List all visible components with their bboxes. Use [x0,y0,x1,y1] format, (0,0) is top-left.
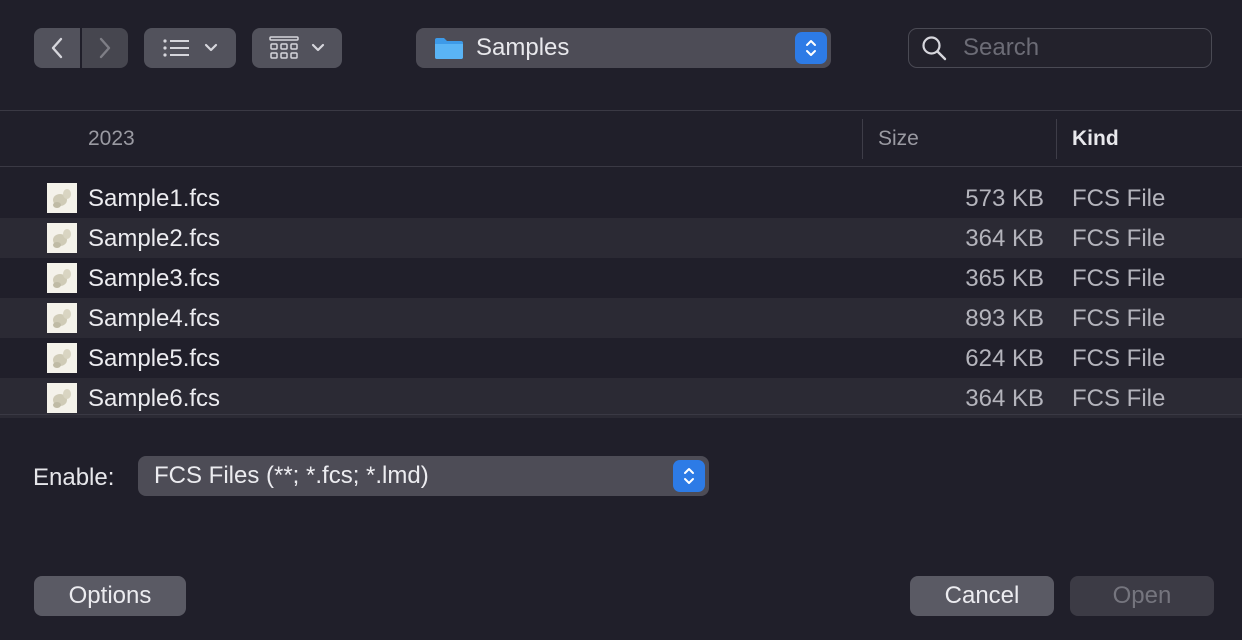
location-stepper[interactable] [795,32,827,64]
file-list: Sample1.fcs 573 KB FCS File Sample2.fcs 364 … [0,178,1242,418]
column-header-size[interactable]: Size [878,111,919,167]
fcs-file-icon [47,263,77,293]
file-size: 364 KB [965,385,1044,412]
fcs-file-icon [47,343,77,373]
file-row[interactable]: Sample3.fcs 365 KB FCS File [0,258,1242,298]
file-size: 365 KB [965,265,1044,292]
column-header-name[interactable]: 2023 [88,111,135,167]
file-type-selected: FCS Files (**; *.fcs; *.lmd) [154,462,429,489]
file-size: 364 KB [965,225,1044,252]
chevron-left-icon [51,37,63,59]
file-row[interactable]: Sample2.fcs 364 KB FCS File [0,218,1242,258]
fcs-file-icon [47,183,77,213]
folder-icon [435,38,463,59]
fcs-file-icon [47,383,77,413]
chevron-right-icon [99,37,111,59]
file-size: 573 KB [965,185,1044,212]
header-divider [0,166,1242,167]
file-row[interactable]: Sample5.fcs 624 KB FCS File [0,338,1242,378]
list-view-icon [163,39,189,57]
location-label: Samples [476,34,570,61]
fcs-file-icon [47,303,77,333]
file-kind: FCS File [1072,305,1166,332]
file-name: Sample4.fcs [88,305,221,332]
file-kind: FCS File [1072,385,1166,412]
file-row[interactable]: Sample1.fcs 573 KB FCS File [0,178,1242,218]
file-kind: FCS File [1072,225,1166,252]
file-size: 893 KB [965,305,1044,332]
column-separator[interactable] [862,119,863,159]
file-name: Sample2.fcs [88,225,221,252]
group-by-button[interactable] [252,28,342,68]
search-input[interactable] [961,33,1195,63]
file-kind: FCS File [1072,265,1166,292]
fcs-file-icon [47,223,77,253]
up-down-chevron-icon [684,468,694,484]
forward-button[interactable] [82,28,128,68]
file-name: Sample3.fcs [88,265,221,292]
file-kind: FCS File [1072,185,1166,212]
file-kind: FCS File [1072,345,1166,372]
list-divider [0,414,1242,415]
list-header: 2023 Size Kind [0,111,1242,167]
file-size: 624 KB [965,345,1044,372]
column-header-kind[interactable]: Kind [1072,111,1119,167]
enable-label: Enable: [33,464,115,491]
cancel-button[interactable]: Cancel [910,576,1054,616]
location-popup[interactable]: Samples [416,28,831,68]
file-name: Sample6.fcs [88,385,221,412]
search-field[interactable] [908,28,1212,68]
up-down-chevron-icon [806,40,816,56]
file-row[interactable]: Sample6.fcs 364 KB FCS File [0,378,1242,418]
chevron-down-icon [204,43,218,52]
file-row[interactable]: Sample4.fcs 893 KB FCS File [0,298,1242,338]
file-type-stepper[interactable] [673,460,705,492]
search-icon [922,36,947,61]
navigation-buttons [34,28,128,68]
group-grid-icon [269,36,299,59]
file-name: Sample5.fcs [88,345,221,372]
back-button[interactable] [34,28,80,68]
chevron-down-icon [311,43,325,52]
view-mode-button[interactable] [144,28,236,68]
file-name: Sample1.fcs [88,185,221,212]
open-button[interactable]: Open [1070,576,1214,616]
file-type-popup[interactable]: FCS Files (**; *.fcs; *.lmd) [138,456,709,496]
column-separator[interactable] [1056,119,1057,159]
options-button[interactable]: Options [34,576,186,616]
